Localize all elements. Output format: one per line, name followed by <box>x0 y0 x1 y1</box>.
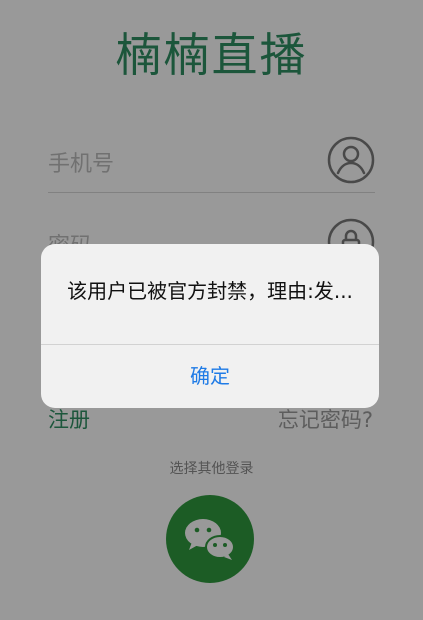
confirm-button[interactable]: 确定 <box>41 345 379 408</box>
alert-message: 该用户已被官方封禁，理由:发... <box>67 279 353 303</box>
ban-alert-dialog: 该用户已被官方封禁，理由:发... 确定 <box>41 244 379 408</box>
